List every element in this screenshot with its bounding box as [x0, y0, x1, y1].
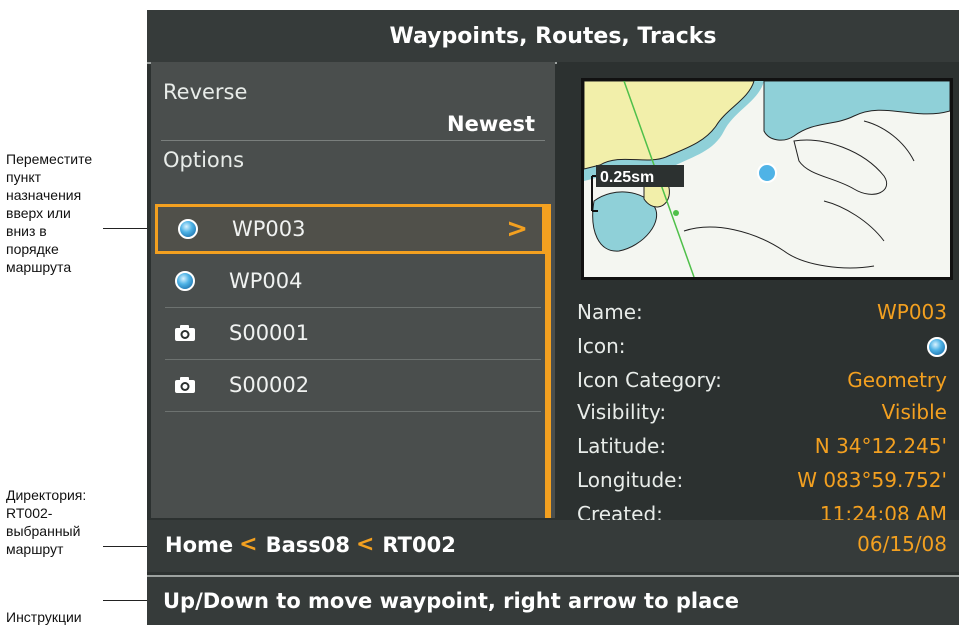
- info-value: Geometry: [847, 368, 947, 392]
- breadcrumb-group[interactable]: Bass08: [266, 533, 350, 557]
- waypoint-marker-icon: [757, 163, 777, 183]
- list-item-label: S00001: [229, 321, 310, 345]
- breadcrumb-home[interactable]: Home: [165, 533, 233, 557]
- screen-title: Waypoints, Routes, Tracks: [147, 10, 959, 64]
- callout-instructions: Инструкции: [6, 608, 122, 626]
- info-value: N 34°12.245': [814, 434, 947, 458]
- callout-line-text: вниз в: [6, 223, 47, 239]
- callout-move-waypoint: Переместите пункт назначения вверх или в…: [6, 150, 122, 276]
- callout-pointer-line: [103, 228, 150, 229]
- device-screen: Waypoints, Routes, Tracks Reverse Newest…: [147, 10, 959, 625]
- map-scale-label: 0.25sm: [600, 169, 654, 186]
- waypoint-list: WP003 > WP004 S00001 S00002: [151, 204, 545, 518]
- callout-line-text: вверх или: [6, 205, 71, 221]
- callout-directory: Директория: RT002- выбранный маршрут: [6, 486, 122, 558]
- info-latitude: Latitude: N 34°12.245': [577, 434, 947, 458]
- left-panel: Reverse Newest Options WP003 > WP004 S00…: [151, 62, 555, 518]
- callout-line-text: Переместите: [6, 151, 93, 167]
- info-label: Icon Category:: [577, 368, 722, 392]
- callout-line-text: маршрута: [6, 259, 72, 275]
- callout-line-text: RT002-: [6, 505, 53, 521]
- callout-line-text: порядке: [6, 241, 59, 257]
- chart-map[interactable]: 0.25sm: [581, 78, 953, 280]
- created-date: 06/15/08: [857, 532, 947, 556]
- instruction-bar: Up/Down to move waypoint, right arrow to…: [147, 575, 959, 625]
- waypoint-ball-icon: [167, 271, 203, 291]
- breadcrumb-route[interactable]: RT002: [382, 533, 455, 557]
- breadcrumb: Home < Bass08 < RT002 06/15/08: [147, 520, 959, 572]
- divider: [165, 411, 541, 412]
- callout-line-text: назначения: [6, 187, 82, 203]
- info-label: Latitude:: [577, 434, 667, 458]
- info-label: Longitude:: [577, 468, 684, 492]
- info-label: Visibility:: [577, 400, 667, 424]
- list-item[interactable]: S00002: [155, 360, 545, 410]
- list-item[interactable]: WP003 >: [155, 204, 545, 254]
- menu-reverse-label: Reverse: [163, 80, 248, 104]
- menu-reverse-value: Newest: [447, 112, 535, 136]
- callout-line-text: выбранный: [6, 523, 81, 539]
- map-graphic: 0.25sm: [584, 81, 950, 277]
- menu-options[interactable]: Options: [163, 148, 545, 172]
- list-item-label: WP004: [229, 269, 303, 293]
- info-value: W 083°59.752': [797, 468, 947, 492]
- right-panel: 0.25sm Name: WP003 Icon: Icon Category: …: [557, 62, 959, 526]
- camera-icon: [167, 324, 203, 342]
- list-item-label: S00002: [229, 373, 310, 397]
- chevron-left-icon: <: [355, 532, 375, 557]
- callout-pointer-line: [103, 600, 150, 601]
- info-value: Visible: [881, 400, 947, 424]
- callout-line-text: Инструкции: [6, 609, 82, 625]
- menu-options-label: Options: [163, 148, 245, 172]
- info-label: Name:: [577, 300, 643, 324]
- chevron-right-icon: >: [506, 214, 528, 244]
- callout-line-text: Директория:: [6, 487, 87, 503]
- info-icon: Icon:: [577, 334, 947, 358]
- info-category: Icon Category: Geometry: [577, 368, 947, 392]
- list-item-label: WP003: [232, 217, 306, 241]
- chevron-left-icon: <: [239, 532, 258, 557]
- waypoint-ball-icon: [170, 219, 206, 239]
- scrollbar[interactable]: [545, 204, 551, 518]
- info-value: WP003: [876, 300, 947, 324]
- callout-line-text: пункт: [6, 169, 42, 185]
- divider: [161, 140, 545, 141]
- list-item[interactable]: S00001: [155, 308, 545, 358]
- menu-reverse[interactable]: Reverse Newest: [163, 80, 545, 144]
- info-label: Icon:: [577, 334, 626, 358]
- callout-line-text: маршрут: [6, 541, 64, 557]
- breadcrumb-path: Home < Bass08 < RT002: [165, 532, 456, 557]
- waypoint-ball-icon: [927, 337, 947, 357]
- callout-pointer-line: [103, 546, 150, 547]
- info-longitude: Longitude: W 083°59.752': [577, 468, 947, 492]
- list-item[interactable]: WP004: [155, 256, 545, 306]
- camera-icon: [167, 376, 203, 394]
- info-name: Name: WP003: [577, 300, 947, 324]
- info-visibility: Visibility: Visible: [577, 400, 947, 424]
